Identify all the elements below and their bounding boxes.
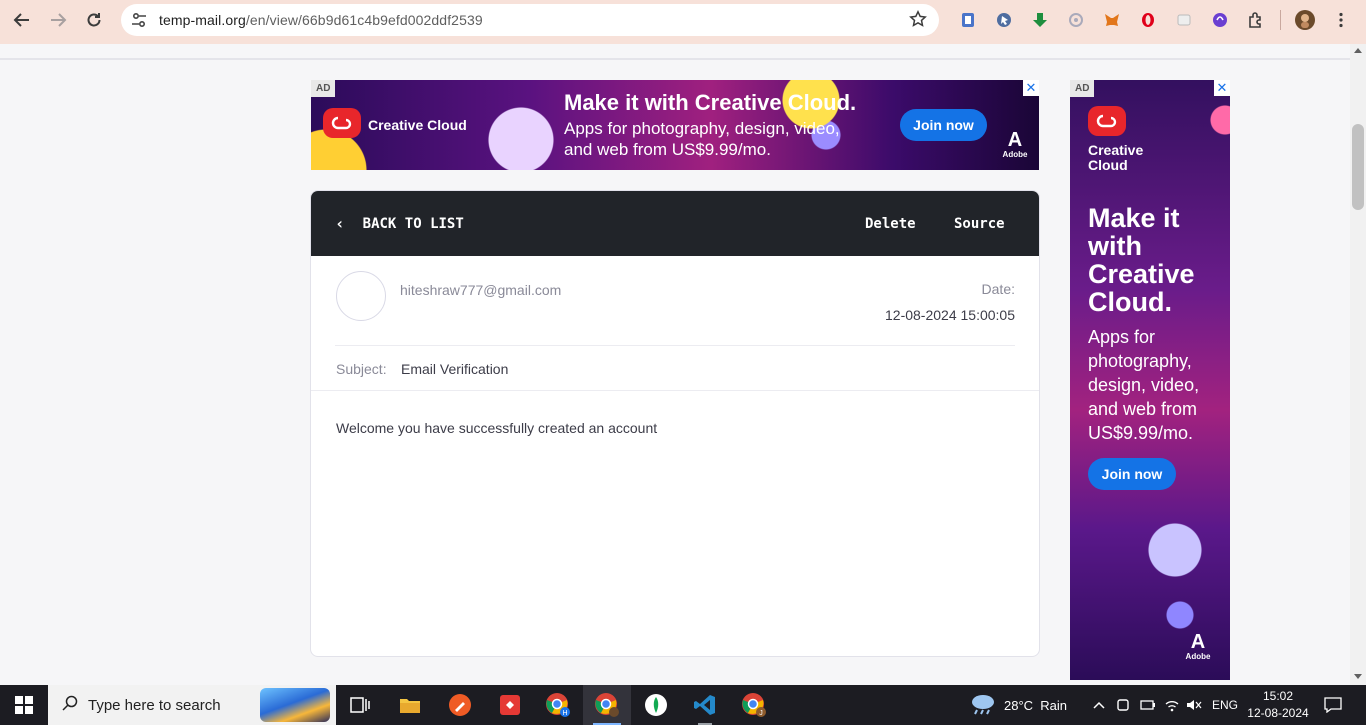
volume-muted-icon[interactable] bbox=[1186, 685, 1202, 725]
ad-banner-side[interactable]: AD ✕ Creative Cloud Make it with Creative… bbox=[1070, 80, 1230, 680]
task-view-icon[interactable] bbox=[336, 685, 384, 725]
search-placeholder: Type here to search bbox=[88, 696, 221, 714]
sender-email: hiteshraw777@gmail.com bbox=[400, 282, 562, 298]
wifi-icon[interactable] bbox=[1164, 685, 1180, 725]
clock-time: 15:02 bbox=[1262, 689, 1294, 703]
vscode-icon[interactable] bbox=[681, 685, 729, 725]
svg-text:J: J bbox=[759, 710, 763, 717]
extension-4-icon[interactable] bbox=[1058, 2, 1094, 38]
extension-1-icon[interactable] bbox=[950, 2, 986, 38]
ad-headline: Make it with Creative Cloud. bbox=[1088, 203, 1195, 317]
meet-now-icon[interactable] bbox=[1116, 685, 1130, 725]
site-info-icon[interactable] bbox=[123, 11, 155, 29]
creative-cloud-logo-icon bbox=[1088, 106, 1126, 136]
back-to-list-button[interactable]: ‹ BACK TO LIST bbox=[335, 191, 464, 256]
profile-avatar-icon[interactable] bbox=[1287, 2, 1323, 38]
bookmark-star-icon[interactable] bbox=[909, 10, 927, 33]
date-value: 12-08-2024 15:00:05 bbox=[885, 307, 1015, 323]
ad-subtext: Apps for photography, design, video, and… bbox=[1088, 327, 1200, 443]
extension-8-icon[interactable] bbox=[1202, 2, 1238, 38]
page-header-divider bbox=[0, 58, 1350, 60]
taskbar-clock[interactable]: 15:02 12-08-2024 bbox=[1246, 688, 1310, 722]
svg-text:H: H bbox=[562, 710, 567, 717]
extensions-puzzle-icon[interactable] bbox=[1238, 2, 1274, 38]
scroll-up-arrow-icon[interactable] bbox=[1354, 48, 1362, 53]
anydesk-icon[interactable] bbox=[486, 685, 534, 725]
page-content: AD ✕ Creative Cloud Make it with Creativ… bbox=[0, 44, 1350, 685]
ad-badge: AD bbox=[1070, 80, 1095, 97]
taskbar-search-box[interactable]: Type here to search bbox=[48, 685, 336, 725]
ad-close-icon[interactable]: ✕ bbox=[1023, 80, 1039, 96]
file-explorer-icon[interactable] bbox=[386, 685, 434, 725]
page-scrollbar[interactable] bbox=[1350, 44, 1366, 685]
search-icon bbox=[62, 695, 78, 716]
windows-taskbar: Type here to search H J 28°C Rain ENG 15… bbox=[0, 685, 1366, 725]
email-meta: hiteshraw777@gmail.com Date: 12-08-2024 … bbox=[335, 256, 1015, 346]
extension-2-icon[interactable] bbox=[986, 2, 1022, 38]
email-card: ‹ BACK TO LIST Delete Source hiteshraw77… bbox=[310, 190, 1040, 657]
sender-avatar bbox=[336, 271, 386, 321]
subject-label: Subject: bbox=[336, 361, 387, 377]
battery-icon[interactable] bbox=[1140, 685, 1156, 725]
weather-widget[interactable]: 28°C Rain bbox=[970, 685, 1067, 725]
delete-button[interactable]: Delete bbox=[865, 191, 916, 256]
email-body: Welcome you have successfully created an… bbox=[336, 420, 658, 436]
creative-cloud-logo-icon bbox=[323, 108, 361, 138]
weather-rain-icon bbox=[970, 693, 996, 718]
source-button[interactable]: Source bbox=[954, 191, 1005, 256]
extensions-row bbox=[950, 0, 1359, 40]
ad-close-icon[interactable]: ✕ bbox=[1214, 80, 1230, 96]
ad-badge: AD bbox=[311, 80, 336, 97]
chrome-profile-h-icon[interactable]: H bbox=[534, 685, 582, 725]
mongodb-compass-icon[interactable] bbox=[632, 685, 680, 725]
postman-icon[interactable] bbox=[436, 685, 484, 725]
windows-start-icon[interactable] bbox=[0, 685, 48, 725]
address-bar[interactable]: temp-mail.org/en/view/66b9d61c4b9efd002d… bbox=[121, 4, 939, 36]
back-arrow-icon[interactable] bbox=[4, 2, 40, 38]
chrome-profile-j-icon[interactable]: J bbox=[730, 685, 778, 725]
extension-7-icon[interactable] bbox=[1166, 2, 1202, 38]
url-text[interactable]: temp-mail.org/en/view/66b9d61c4b9efd002d… bbox=[159, 12, 483, 28]
search-highlight-image bbox=[260, 688, 330, 722]
ad-brand-text: Creative Cloud bbox=[1088, 142, 1144, 173]
tray-overflow-chevron-icon[interactable] bbox=[1092, 685, 1106, 725]
language-indicator[interactable]: ENG bbox=[1212, 685, 1238, 725]
ad-join-now-button[interactable]: Join now bbox=[1088, 458, 1176, 490]
adobe-logo-icon: A Adobe bbox=[1002, 129, 1028, 159]
ad-brand-text: Creative Cloud bbox=[368, 117, 467, 133]
scrollbar-thumb[interactable] bbox=[1352, 124, 1364, 210]
browser-toolbar: temp-mail.org/en/view/66b9d61c4b9efd002d… bbox=[0, 0, 1366, 44]
ad-banner-top[interactable]: AD ✕ Creative Cloud Make it with Creativ… bbox=[311, 80, 1039, 170]
metamask-icon[interactable] bbox=[1094, 2, 1130, 38]
forward-arrow-icon[interactable] bbox=[40, 2, 76, 38]
subject-row: Subject: Email Verification bbox=[311, 346, 1039, 391]
adobe-logo-icon: A Adobe bbox=[1185, 631, 1211, 661]
date-label: Date: bbox=[981, 281, 1015, 297]
ad-headline: Make it with Creative Cloud. bbox=[564, 90, 857, 115]
ad-join-now-button[interactable]: Join now bbox=[900, 109, 987, 141]
browser-menu-icon[interactable] bbox=[1323, 2, 1359, 38]
subject-value: Email Verification bbox=[401, 361, 509, 377]
opera-extension-icon[interactable] bbox=[1130, 2, 1166, 38]
chevron-left-icon: ‹ bbox=[335, 214, 345, 233]
chrome-active-icon[interactable] bbox=[583, 685, 631, 725]
toolbar-divider bbox=[1280, 10, 1281, 30]
clock-date: 12-08-2024 bbox=[1247, 706, 1309, 720]
email-toolbar: ‹ BACK TO LIST Delete Source bbox=[311, 191, 1039, 256]
weather-text: 28°C Rain bbox=[1004, 697, 1068, 713]
scroll-down-arrow-icon[interactable] bbox=[1354, 674, 1362, 679]
reload-icon[interactable] bbox=[76, 2, 112, 38]
back-to-list-label: BACK TO LIST bbox=[362, 215, 464, 232]
ad-subtext: Apps for photography, design, video, and… bbox=[564, 119, 840, 159]
download-extension-icon[interactable] bbox=[1022, 2, 1058, 38]
notifications-icon[interactable] bbox=[1324, 685, 1342, 725]
